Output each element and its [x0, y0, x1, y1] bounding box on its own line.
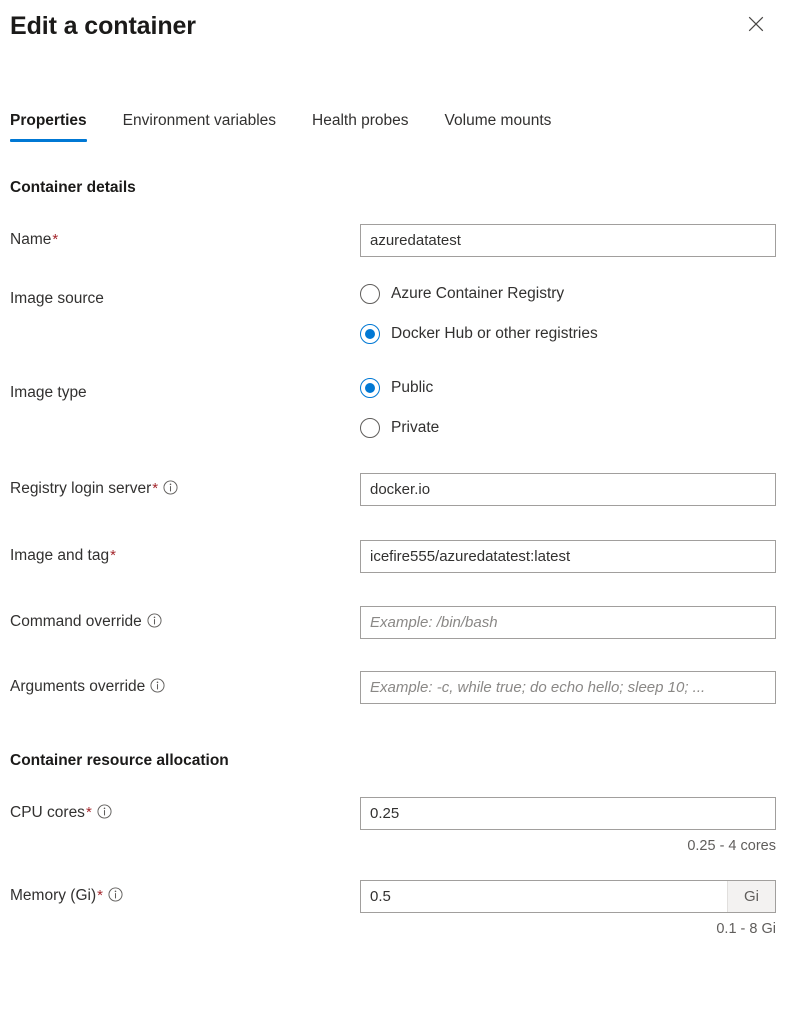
info-icon[interactable]: [163, 480, 178, 501]
cpu-cores-hint: 0.25 - 4 cores: [360, 837, 776, 855]
control-cpu-cores: 0.25 - 4 cores: [360, 797, 776, 855]
control-memory: Gi 0.1 - 8 Gi: [360, 880, 776, 938]
info-icon[interactable]: [150, 678, 165, 699]
label-image-source: Image source: [10, 283, 360, 309]
radio-image-source-acr[interactable]: Azure Container Registry: [360, 284, 776, 304]
radio-image-source-dockerhub-label: Docker Hub or other registries: [391, 324, 598, 344]
label-name-text: Name: [10, 231, 51, 248]
control-name: [360, 224, 776, 257]
info-icon[interactable]: [97, 804, 112, 825]
field-row-memory: Memory (Gi)* Gi 0.1 - 8 Gi: [10, 880, 776, 938]
tab-environment-variables[interactable]: Environment variables: [123, 111, 276, 142]
label-name: Name*: [10, 224, 360, 250]
required-marker: *: [85, 804, 92, 821]
tab-bar: Properties Environment variables Health …: [0, 102, 788, 142]
field-row-name: Name*: [10, 224, 776, 257]
required-marker: *: [151, 480, 158, 497]
control-command-override: [360, 606, 776, 639]
radio-image-source-dockerhub[interactable]: Docker Hub or other registries: [360, 324, 776, 344]
memory-hint: 0.1 - 8 Gi: [360, 920, 776, 938]
info-icon[interactable]: [147, 613, 162, 634]
memory-input-wrapper: Gi: [360, 880, 776, 913]
radio-unchecked-icon: [360, 284, 380, 304]
label-memory-text: Memory (Gi): [10, 887, 96, 904]
control-arguments-override: [360, 671, 776, 704]
close-icon: [748, 16, 764, 32]
section-title-container-details: Container details: [10, 178, 776, 198]
control-image-type: Public Private: [360, 377, 776, 438]
radio-image-type-private-label: Private: [391, 418, 439, 438]
radio-checked-icon: [360, 324, 380, 344]
field-row-image-and-tag: Image and tag*: [10, 540, 776, 573]
field-row-command-override: Command override: [10, 606, 776, 639]
image-and-tag-input[interactable]: [360, 540, 776, 573]
memory-input[interactable]: [361, 881, 727, 912]
radio-group-image-type: Public Private: [360, 377, 776, 438]
required-marker: *: [109, 547, 116, 564]
required-marker: *: [51, 231, 58, 248]
label-image-and-tag-text: Image and tag: [10, 547, 109, 564]
properties-form: Container details Name* Image source Azu…: [0, 178, 788, 938]
label-cpu-cores-text: CPU cores: [10, 804, 85, 821]
label-command-override: Command override: [10, 606, 360, 634]
name-input[interactable]: [360, 224, 776, 257]
control-image-and-tag: [360, 540, 776, 573]
radio-group-image-source: Azure Container Registry Docker Hub or o…: [360, 283, 776, 344]
info-icon[interactable]: [108, 887, 123, 908]
arguments-override-input[interactable]: [360, 671, 776, 704]
memory-unit-suffix: Gi: [727, 881, 775, 912]
radio-image-type-public[interactable]: Public: [360, 378, 776, 398]
control-image-source: Azure Container Registry Docker Hub or o…: [360, 283, 776, 344]
tab-properties[interactable]: Properties: [10, 111, 87, 142]
radio-image-source-acr-label: Azure Container Registry: [391, 284, 564, 304]
cpu-cores-input[interactable]: [360, 797, 776, 830]
field-row-arguments-override: Arguments override: [10, 671, 776, 704]
page-title: Edit a container: [10, 10, 788, 42]
label-image-and-tag: Image and tag*: [10, 540, 360, 566]
label-command-override-text: Command override: [10, 613, 142, 630]
label-image-type: Image type: [10, 377, 360, 403]
control-registry-login-server: [360, 473, 776, 506]
required-marker: *: [96, 887, 103, 904]
label-memory: Memory (Gi)*: [10, 880, 360, 908]
close-button[interactable]: [740, 8, 772, 40]
radio-checked-icon: [360, 378, 380, 398]
field-row-registry-login-server: Registry login server*: [10, 473, 776, 506]
field-row-image-type: Image type Public Private: [10, 377, 776, 438]
command-override-input[interactable]: [360, 606, 776, 639]
label-arguments-override-text: Arguments override: [10, 678, 145, 695]
label-registry-login-server-text: Registry login server: [10, 480, 151, 497]
registry-login-server-input[interactable]: [360, 473, 776, 506]
radio-image-type-private[interactable]: Private: [360, 418, 776, 438]
section-title-container-resource-allocation: Container resource allocation: [10, 751, 776, 771]
field-row-cpu-cores: CPU cores* 0.25 - 4 cores: [10, 797, 776, 855]
label-registry-login-server: Registry login server*: [10, 473, 360, 501]
radio-unchecked-icon: [360, 418, 380, 438]
radio-image-type-public-label: Public: [391, 378, 433, 398]
label-cpu-cores: CPU cores*: [10, 797, 360, 825]
tab-volume-mounts[interactable]: Volume mounts: [445, 111, 552, 142]
label-arguments-override: Arguments override: [10, 671, 360, 699]
field-row-image-source: Image source Azure Container Registry Do…: [10, 283, 776, 344]
tab-health-probes[interactable]: Health probes: [312, 111, 409, 142]
dialog-header: Edit a container: [0, 0, 788, 52]
